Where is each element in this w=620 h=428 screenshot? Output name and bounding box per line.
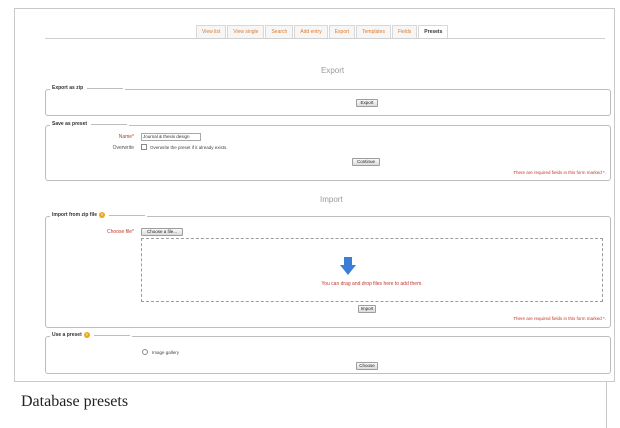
required-note: There are required fields in this form m…: [513, 316, 606, 321]
tab-bar: View list View single Search Add entry E…: [196, 25, 449, 38]
import-heading: Import: [320, 195, 343, 204]
use-preset-fieldset: Use a preset ? Image gallery Choose: [45, 332, 611, 374]
tab-search[interactable]: Search: [265, 25, 294, 38]
import-button[interactable]: Import: [358, 305, 376, 313]
export-zip-legend-text: Export as zip: [52, 85, 84, 91]
use-preset-legend-text: Use a preset: [52, 332, 82, 338]
tab-underline: [45, 38, 605, 39]
export-button[interactable]: Export: [356, 99, 378, 107]
help-icon[interactable]: ?: [99, 212, 105, 218]
screenshot-frame: View list View single Search Add entry E…: [14, 8, 615, 382]
tab-templates[interactable]: Templates: [356, 25, 391, 38]
choose-file-button[interactable]: Choose a file...: [141, 228, 183, 236]
overwrite-checkbox[interactable]: [141, 144, 147, 150]
overwrite-label: Overwrite: [112, 145, 134, 151]
help-icon[interactable]: ?: [83, 332, 90, 338]
save-preset-fieldset: Save as preset Name* Journal & thesis de…: [45, 121, 611, 181]
tab-fields[interactable]: Fields: [391, 25, 418, 38]
drop-arrow-icon: [340, 257, 356, 275]
legend-rule: [91, 123, 128, 125]
import-zip-fieldset: Import from zip file ? Choose file* Choo…: [45, 212, 611, 328]
choose-preset-button[interactable]: Choose: [356, 362, 378, 370]
legend-rule: [109, 214, 145, 216]
image-gallery-radio[interactable]: [142, 349, 148, 355]
import-zip-legend: Import from zip file ?: [50, 212, 147, 218]
dropzone-text: You can drag and drop files here to add …: [321, 281, 423, 287]
save-preset-legend-text: Save as preset: [52, 121, 88, 127]
overwrite-text: Overwrite the preset if it already exist…: [150, 145, 228, 150]
divider: [606, 381, 607, 428]
tab-view-single[interactable]: View single: [227, 25, 265, 38]
preset-name-input[interactable]: Journal & thesis design: [141, 133, 201, 141]
choose-file-label: Choose file*: [107, 229, 134, 235]
save-preset-legend: Save as preset: [50, 121, 130, 127]
continue-button[interactable]: Continue: [352, 158, 380, 166]
image-gallery-label: Image gallery: [152, 350, 180, 355]
tab-presets[interactable]: Presets: [418, 25, 449, 38]
tab-add-entry[interactable]: Add entry: [294, 25, 328, 38]
use-preset-legend: Use a preset ?: [50, 332, 132, 338]
required-note: There are required fields in this form m…: [513, 170, 606, 175]
image-caption: Database presets: [21, 393, 129, 410]
tab-view-list[interactable]: View list: [196, 25, 227, 38]
tab-export[interactable]: Export: [328, 25, 356, 38]
export-heading: Export: [321, 66, 345, 75]
name-label: Name*: [118, 134, 134, 140]
import-zip-legend-text: Import from zip file: [52, 212, 97, 218]
legend-rule: [93, 334, 130, 336]
export-zip-legend: Export as zip: [50, 85, 126, 91]
legend-rule: [87, 87, 124, 89]
export-zip-fieldset: Export as zip Export: [45, 85, 611, 116]
file-dropzone[interactable]: You can drag and drop files here to add …: [141, 238, 603, 302]
